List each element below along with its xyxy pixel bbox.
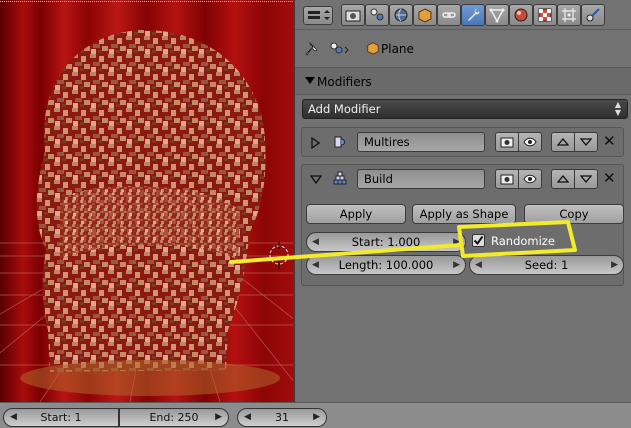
move-up-button[interactable] bbox=[551, 169, 575, 189]
show-viewport-button[interactable] bbox=[518, 132, 542, 152]
pin-icon[interactable] bbox=[304, 41, 320, 60]
apply-as-shape-button[interactable]: Apply as Shape bbox=[412, 204, 516, 224]
seed-number-field[interactable]: ◀ Seed: 1 ▶ bbox=[469, 255, 624, 275]
viewport-scene bbox=[0, 29, 293, 402]
modifiers-panel-header[interactable]: Modifiers bbox=[295, 67, 631, 95]
show-render-button[interactable] bbox=[495, 132, 519, 152]
cube-icon bbox=[418, 8, 432, 23]
collapse-triangle-icon[interactable] bbox=[305, 77, 315, 84]
increment-arrow-icon[interactable]: ▶ bbox=[313, 409, 320, 426]
move-down-button[interactable] bbox=[574, 169, 598, 189]
arrow-down-icon bbox=[580, 138, 592, 146]
material-icon bbox=[514, 8, 528, 22]
properties-context-bar bbox=[295, 0, 631, 30]
scene-tab[interactable] bbox=[365, 4, 389, 26]
current-frame-value: 31 bbox=[275, 411, 289, 424]
3d-viewport[interactable] bbox=[0, 0, 293, 402]
timeline-bar: ◀ Start: 1 End: 250 ▶ ◀ 31 ▶ bbox=[0, 402, 631, 428]
start-value: Start: 1.000 bbox=[351, 235, 421, 249]
length-value: Length: 100.000 bbox=[338, 258, 434, 272]
arrow-up-icon bbox=[557, 175, 569, 183]
arrow-up-icon bbox=[557, 138, 569, 146]
editor-type-selector[interactable] bbox=[303, 6, 333, 25]
physics-tab[interactable] bbox=[581, 4, 605, 26]
updown-arrows-icon: ▲ ▼ bbox=[614, 100, 621, 117]
increment-arrow-icon[interactable]: ▶ bbox=[611, 256, 618, 274]
start-frame-value: Start: 1 bbox=[40, 411, 82, 424]
decrement-arrow-icon[interactable]: ◀ bbox=[312, 256, 319, 274]
object-name-label: Plane bbox=[381, 42, 414, 56]
particles-tab[interactable] bbox=[557, 4, 581, 26]
scene-icon bbox=[370, 8, 384, 21]
end-frame-field[interactable]: End: 250 ▶ bbox=[119, 408, 229, 427]
properties-editor: Plane Modifiers Add Modifier ▲ ▼ Multires bbox=[295, 0, 631, 402]
data-tab[interactable] bbox=[485, 4, 509, 26]
eye-icon bbox=[523, 174, 537, 184]
remove-modifier-close-icon[interactable]: ✕ bbox=[603, 133, 616, 150]
material-tab[interactable] bbox=[509, 4, 533, 26]
start-frame-field[interactable]: ◀ Start: 1 bbox=[3, 408, 119, 427]
camera-icon bbox=[345, 10, 361, 22]
build-icon bbox=[332, 171, 348, 187]
mesh-data-icon bbox=[489, 8, 505, 23]
wrench-icon bbox=[468, 9, 480, 21]
modifier-name-field[interactable]: Multires bbox=[357, 132, 485, 152]
decrement-arrow-icon[interactable]: ◀ bbox=[10, 409, 17, 426]
particles-icon bbox=[562, 8, 576, 22]
object-tab[interactable] bbox=[413, 4, 437, 26]
object-cube-icon bbox=[366, 41, 380, 58]
checkmark-icon bbox=[473, 235, 484, 246]
start-number-field[interactable]: ◀ Start: 1.000 ▶ bbox=[306, 232, 466, 252]
move-down-button[interactable] bbox=[574, 132, 598, 152]
modifiers-panel-title: Modifiers bbox=[317, 75, 372, 89]
camera-icon bbox=[500, 137, 514, 148]
apply-button[interactable]: Apply bbox=[306, 204, 406, 224]
randomize-label: Randomize bbox=[491, 234, 555, 248]
end-frame-value: End: 250 bbox=[149, 411, 199, 424]
texture-icon bbox=[538, 8, 552, 22]
scene-data-icon bbox=[329, 40, 351, 59]
move-up-button[interactable] bbox=[551, 132, 575, 152]
chain-icon bbox=[442, 12, 456, 18]
multires-icon bbox=[332, 134, 348, 150]
remove-modifier-close-icon[interactable]: ✕ bbox=[603, 170, 616, 187]
constraints-tab[interactable] bbox=[437, 4, 461, 26]
eye-icon bbox=[523, 137, 537, 147]
modifiers-tab[interactable] bbox=[461, 4, 485, 26]
modifier-name-field[interactable]: Build bbox=[357, 169, 485, 189]
expand-triangle-icon[interactable] bbox=[310, 136, 321, 152]
copy-button[interactable]: Copy bbox=[524, 204, 624, 224]
decrement-arrow-icon[interactable]: ◀ bbox=[475, 256, 482, 274]
world-tab[interactable] bbox=[389, 4, 413, 26]
current-frame-field[interactable]: ◀ 31 ▶ bbox=[237, 408, 327, 427]
show-viewport-button[interactable] bbox=[518, 169, 542, 189]
checkbox-box[interactable] bbox=[472, 234, 485, 247]
modifier-panel-multires: Multires ✕ bbox=[301, 127, 624, 157]
add-modifier-dropdown[interactable]: Add Modifier ▲ ▼ bbox=[302, 99, 628, 119]
world-icon bbox=[394, 8, 408, 22]
seed-value: Seed: 1 bbox=[524, 258, 569, 272]
texture-tab[interactable] bbox=[533, 4, 557, 26]
increment-arrow-icon[interactable]: ▶ bbox=[453, 233, 460, 251]
arrow-down-icon bbox=[580, 175, 592, 183]
render-tab[interactable] bbox=[341, 4, 365, 26]
increment-arrow-icon[interactable]: ▶ bbox=[215, 409, 222, 426]
camera-icon bbox=[500, 174, 514, 185]
length-number-field[interactable]: ◀ Length: 100.000 ▶ bbox=[306, 255, 466, 275]
expand-triangle-icon[interactable] bbox=[309, 174, 323, 187]
physics-icon bbox=[586, 8, 600, 22]
editor-type-icon bbox=[308, 10, 330, 20]
context-path: Plane bbox=[295, 31, 631, 67]
increment-arrow-icon[interactable]: ▶ bbox=[453, 256, 460, 274]
show-render-button[interactable] bbox=[495, 169, 519, 189]
decrement-arrow-icon[interactable]: ◀ bbox=[312, 233, 319, 251]
decrement-arrow-icon[interactable]: ◀ bbox=[244, 409, 251, 426]
add-modifier-label: Add Modifier bbox=[308, 102, 381, 116]
